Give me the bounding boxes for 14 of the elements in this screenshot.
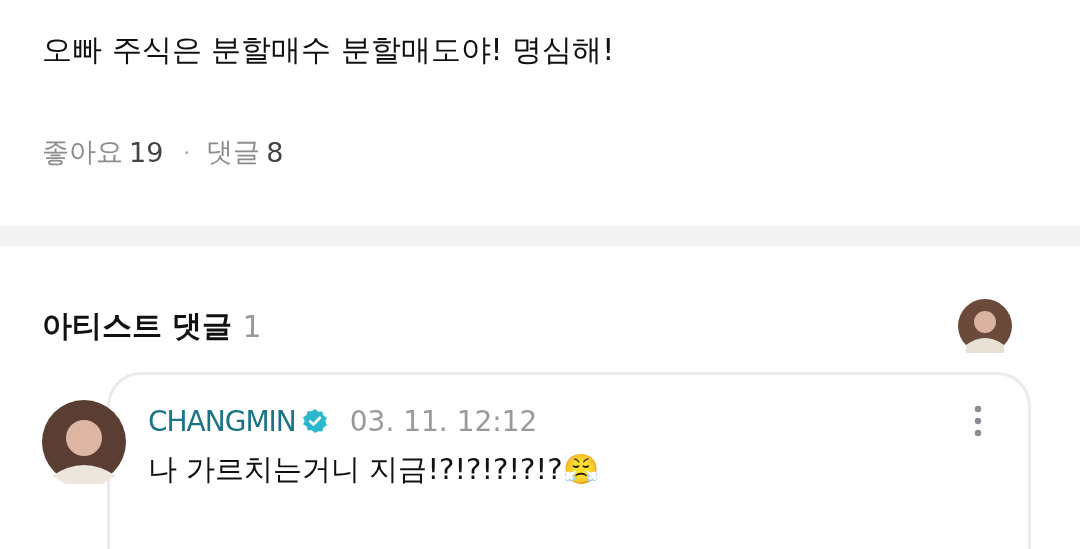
comment-date: 03. 11. 12:12: [349, 404, 538, 438]
section-title: 아티스트 댓글: [42, 306, 233, 345]
avatar-icon[interactable]: [958, 299, 1012, 353]
author-name[interactable]: CHANGMIN: [148, 404, 296, 438]
post-text: 오빠 주식은 분할매수 분할매도야! 명심해!: [41, 31, 616, 69]
more-options-icon[interactable]: [974, 405, 982, 437]
avatar-icon[interactable]: [42, 400, 126, 484]
stat-label[interactable]: 좋아요: [42, 134, 123, 170]
stat-count: 19: [129, 136, 164, 168]
stat-label[interactable]: 댓글: [206, 134, 261, 170]
separator-dot: ·: [183, 139, 191, 165]
stat-count: 8: [266, 136, 284, 168]
comment-text: 나 가르치는거니 지금!?!?!?!?!?😤: [148, 451, 600, 488]
section-count: 1: [242, 308, 262, 344]
